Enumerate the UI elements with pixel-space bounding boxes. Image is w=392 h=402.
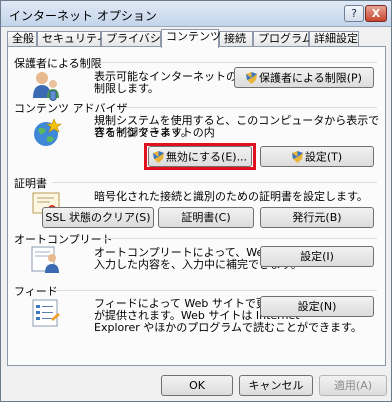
parental-separator: [100, 62, 377, 63]
cancel-button[interactable]: キャンセル: [239, 375, 313, 396]
certificates-button[interactable]: 証明書(C): [158, 207, 254, 228]
clear-ssl-state-button[interactable]: SSL 状態のクリア(S): [42, 207, 154, 228]
content-tab-panel: 保護者による制限 表示可能なインターネットのコンテンツを 制限します。 保護者に…: [7, 46, 386, 366]
parental-controls-button[interactable]: 保護者による制限(P): [234, 67, 374, 88]
uac-shield-icon: [246, 72, 258, 84]
window-title: インターネット オプション: [9, 9, 157, 23]
certificates-desc: 暗号化された接続と識別のための証明書を設定します。: [94, 190, 368, 203]
disable-advisor-button[interactable]: 無効にする(E)...: [148, 146, 252, 167]
tab-security[interactable]: セキュリティ: [37, 31, 107, 47]
parental-desc-line2: 制限します。: [94, 82, 159, 95]
tab-advanced[interactable]: 詳細設定: [309, 31, 359, 47]
disable-button-label: 無効にする(E)...: [165, 150, 248, 164]
autocomplete-settings-button[interactable]: 設定(I): [260, 246, 374, 267]
tab-connections[interactable]: 接続: [219, 31, 253, 47]
advisor-desc-line2: 容を制御できます。: [94, 126, 192, 139]
feeds-settings-button[interactable]: 設定(N): [260, 296, 374, 317]
advisor-settings-label: 設定(T): [304, 150, 343, 164]
autocomplete-icon: [31, 246, 59, 273]
uac-shield-icon: [291, 151, 303, 163]
tab-content[interactable]: コンテンツ: [161, 29, 221, 48]
help-button[interactable]: ?: [344, 5, 364, 22]
feed-list-icon: [32, 299, 60, 327]
uac-shield-icon: [152, 151, 164, 163]
advisor-settings-button[interactable]: 設定(T): [260, 146, 374, 167]
autocomplete-separator: [102, 238, 377, 239]
tab-general[interactable]: 全般: [7, 31, 37, 47]
advisor-separator: [120, 107, 377, 108]
tab-programs[interactable]: プログラム: [253, 31, 313, 47]
parental-button-label: 保護者による制限(P): [259, 71, 362, 85]
certificates-separator: [52, 182, 377, 183]
parental-controls-icon: [33, 72, 59, 101]
globe-star-icon: [34, 118, 62, 146]
ok-button[interactable]: OK: [161, 375, 233, 396]
tab-privacy[interactable]: プライバシー: [101, 31, 172, 47]
close-button[interactable]: X: [365, 5, 387, 22]
autocomplete-heading: オートコンプリート: [14, 233, 113, 246]
feeds-desc-line3: Explorer やほかのプログラムで読むことができます。: [94, 321, 362, 334]
internet-options-window: インターネット オプション ? X 全般 セキュリティ プライバシー コンテンツ…: [0, 0, 392, 402]
apply-button[interactable]: 適用(A): [319, 375, 387, 396]
feeds-separator: [54, 290, 377, 291]
publishers-button[interactable]: 発行元(B): [260, 207, 374, 228]
title-bar[interactable]: インターネット オプション ? X: [1, 1, 391, 27]
